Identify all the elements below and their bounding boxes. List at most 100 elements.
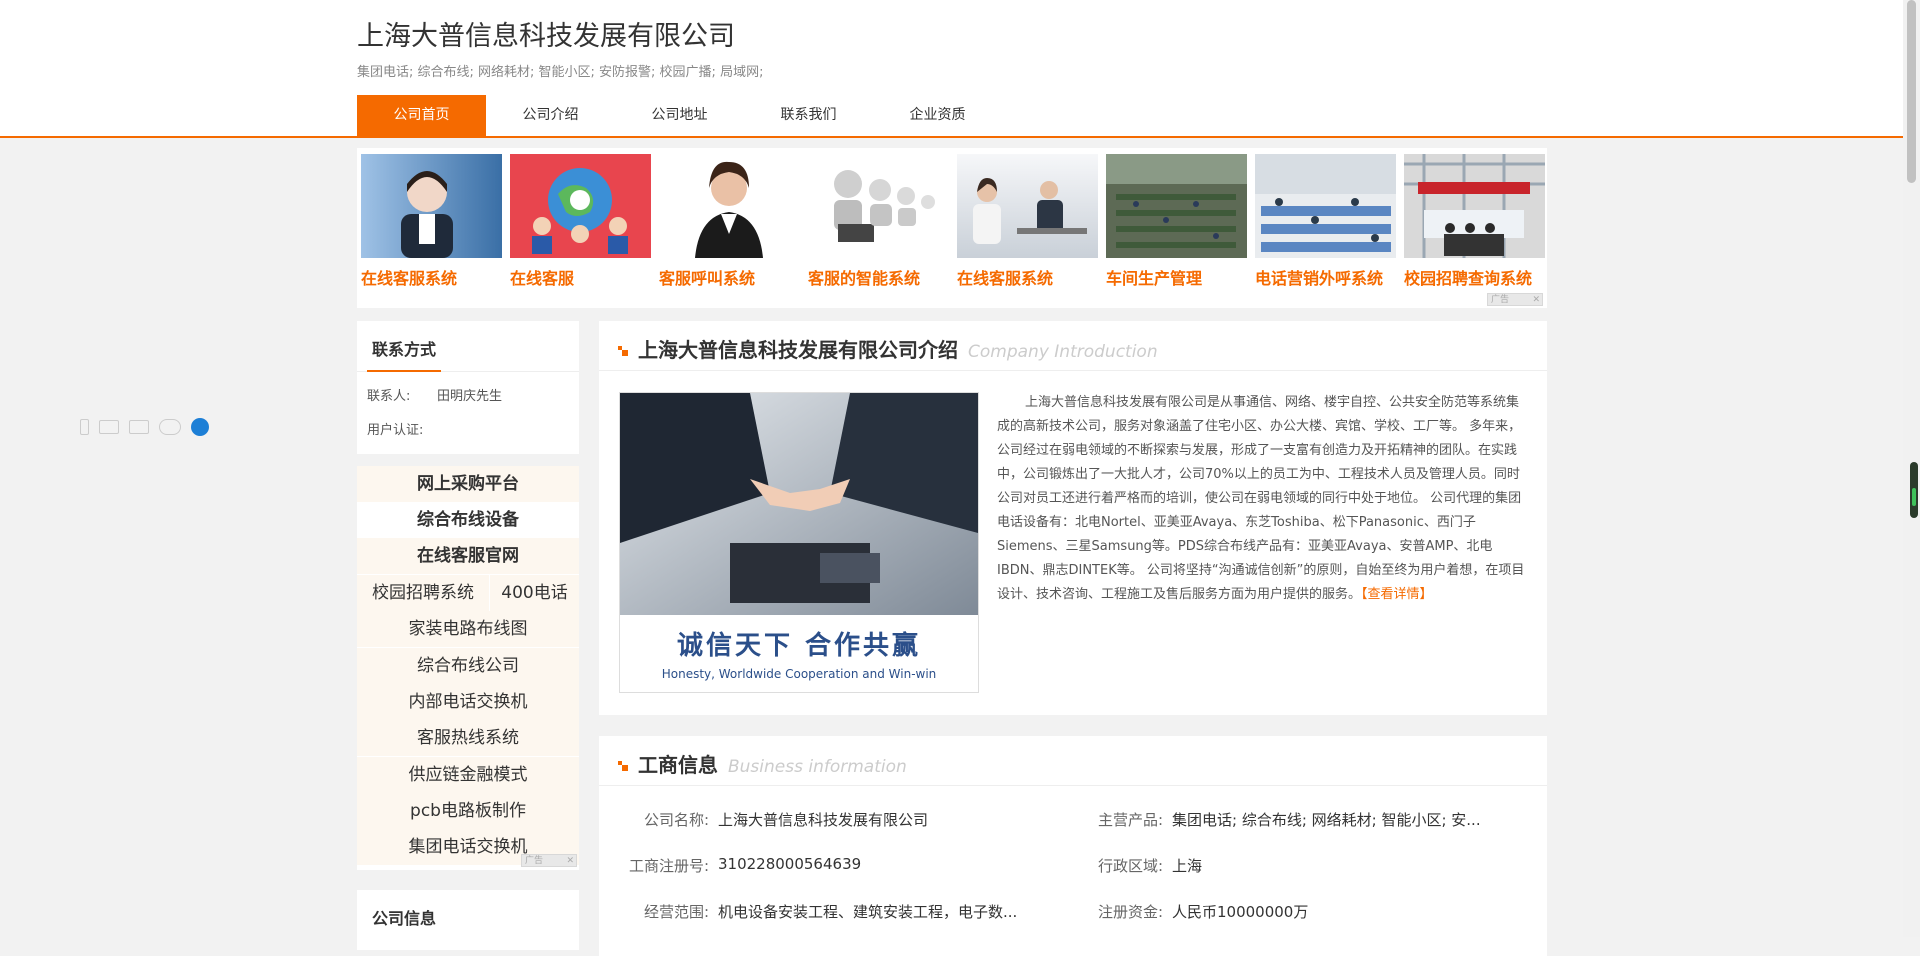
ad-thumbnail-image xyxy=(510,154,651,258)
field-value: 310228000564639 xyxy=(718,855,862,873)
ad-thumbnail-image xyxy=(1255,154,1396,258)
title-underline xyxy=(367,370,441,372)
ad-item[interactable]: 电话营销外呼系统 xyxy=(1255,154,1396,289)
field-value: 集团电话; 综合布线; 网络耗材; 智能小区; 安... xyxy=(1172,811,1481,829)
contact-person-label: 联系人: xyxy=(367,389,411,404)
ad-label[interactable]: 在线客服系统 xyxy=(957,265,1098,289)
field-value: 上海大普信息科技发展有限公司 xyxy=(718,811,929,829)
nav-item-home[interactable]: 公司首页 xyxy=(357,95,486,136)
ad-thumbnail-image xyxy=(1106,154,1247,258)
side-links-panel: 网上采购平台 综合布线设备 在线客服官网 校园招聘系统 400电话 家装电路布线… xyxy=(357,466,579,870)
company-info-panel: 公司信息 xyxy=(357,890,579,950)
field-value: 机电设备安装工程、建筑安装工程，电子数... xyxy=(718,903,1018,921)
field-label: 公司名称: xyxy=(643,811,709,829)
section-mark-icon xyxy=(618,761,628,771)
phone-verify-icon[interactable] xyxy=(80,419,89,435)
auth-badges xyxy=(80,418,209,436)
ad-label[interactable]: 在线客服系统 xyxy=(361,265,502,289)
ad-flag[interactable]: 广告 ✕ xyxy=(1487,293,1543,306)
contact-person-value: 田明庆先生 xyxy=(437,389,503,404)
side-link[interactable]: 内部电话交换机 xyxy=(357,684,579,720)
business-title: 工商信息 xyxy=(638,753,718,777)
ad-thumbnail-image xyxy=(361,154,502,258)
ad-label[interactable]: 在线客服 xyxy=(510,265,651,289)
side-link[interactable]: 综合布线设备 xyxy=(357,502,579,538)
field-label: 工商注册号: xyxy=(628,857,709,875)
handshake-image xyxy=(620,393,978,615)
company-info-title: 公司信息 xyxy=(372,909,437,928)
ad-item[interactable]: 车间生产管理 xyxy=(1106,154,1247,289)
divider xyxy=(599,785,1547,786)
divider xyxy=(599,370,1547,371)
nav-item-about[interactable]: 公司介绍 xyxy=(486,95,615,136)
contact-title: 联系方式 xyxy=(372,340,437,359)
ad-thumbnail-image xyxy=(659,154,800,258)
field-label: 注册资金: xyxy=(1097,903,1163,921)
side-link[interactable]: 供应链金融模式 xyxy=(357,757,579,793)
ad-banner: 在线客服系统 在线客服 客服呼叫系统 客服的智能系统 在线客服系统 车间生产管理… xyxy=(357,148,1547,308)
nav-item-qualification[interactable]: 企业资质 xyxy=(873,95,1002,136)
field-value: 人民币10000000万 xyxy=(1172,903,1309,921)
ad-flag-label: 广告 xyxy=(525,856,544,866)
side-link[interactable]: 校园招聘系统 xyxy=(357,575,489,611)
site-title: 上海大普信息科技发展有限公司 xyxy=(357,21,735,52)
intro-text: 上海大普信息科技发展有限公司是从事通信、网络、楼宇自控、公共安全防范等系统集成的… xyxy=(997,391,1527,607)
side-link[interactable]: 家装电路布线图 xyxy=(357,611,579,647)
business-license-icon[interactable] xyxy=(129,420,149,434)
section-title: 工商信息 Business information xyxy=(638,749,907,778)
nav-item-contact[interactable]: 联系我们 xyxy=(744,95,873,136)
intro-paragraph: 上海大普信息科技发展有限公司是从事通信、网络、楼宇自控、公共安全防范等系统集成的… xyxy=(997,395,1525,602)
ad-thumbnail-image xyxy=(957,154,1098,258)
ad-label[interactable]: 车间生产管理 xyxy=(1106,265,1247,289)
contact-panel: 联系方式 联系人: 田明庆先生 用户认证: xyxy=(357,321,579,454)
ad-item[interactable]: 在线客服系统 xyxy=(361,154,502,289)
floating-widget-icon[interactable] xyxy=(1910,462,1918,518)
intro-title: 上海大普信息科技发展有限公司介绍 xyxy=(638,338,958,362)
ad-thumbnail-image xyxy=(808,154,949,258)
ad-item[interactable]: 在线客服系统 xyxy=(957,154,1098,289)
ad-label[interactable]: 电话营销外呼系统 xyxy=(1255,265,1396,289)
page-scrollbar[interactable] xyxy=(1903,0,1920,937)
ad-label[interactable]: 校园招聘查询系统 xyxy=(1404,265,1545,289)
user-auth-label: 用户认证: xyxy=(367,423,424,438)
ad-item[interactable]: 在线客服 xyxy=(510,154,651,289)
site-header: 上海大普信息科技发展有限公司 集团电话; 综合布线; 网络耗材; 智能小区; 安… xyxy=(0,0,1920,138)
section-title: 上海大普信息科技发展有限公司介绍 Company Introduction xyxy=(638,334,1158,363)
id-card-icon[interactable] xyxy=(99,420,119,434)
main-nav: 公司首页 公司介绍 公司地址 联系我们 企业资质 xyxy=(357,95,1002,136)
slogan-en: Honesty, Worldwide Cooperation and Win-w… xyxy=(661,667,937,681)
section-mark-icon xyxy=(618,346,628,356)
wechat-icon[interactable] xyxy=(159,419,181,435)
ad-item[interactable]: 客服呼叫系统 xyxy=(659,154,800,289)
close-icon[interactable]: ✕ xyxy=(1532,294,1540,307)
ad-flag-label: 广告 xyxy=(1491,295,1510,305)
intro-section: 上海大普信息科技发展有限公司介绍 Company Introduction 诚信天… xyxy=(599,321,1547,715)
intro-title-en: Company Introduction xyxy=(968,342,1158,362)
ad-flag[interactable]: 广告 ✕ xyxy=(521,854,577,867)
ad-label[interactable]: 客服呼叫系统 xyxy=(659,265,800,289)
side-link[interactable]: 客服热线系统 xyxy=(357,720,579,756)
view-details-link[interactable]: 【查看详情】 xyxy=(1361,587,1433,602)
field-label: 行政区域: xyxy=(1097,857,1163,875)
business-title-en: Business information xyxy=(728,757,907,777)
close-icon[interactable]: ✕ xyxy=(566,855,574,868)
slogan: 诚信天下 合作共赢 xyxy=(676,631,922,661)
side-link[interactable]: pcb电路板制作 xyxy=(357,793,579,829)
field-value: 上海 xyxy=(1172,857,1203,875)
ad-item[interactable]: 校园招聘查询系统 xyxy=(1404,154,1545,289)
business-section: 工商信息 Business information 公司名称: 上海大普信息科技发… xyxy=(599,736,1547,956)
side-link[interactable]: 400电话 xyxy=(490,575,579,611)
side-link[interactable]: 综合布线公司 xyxy=(357,648,579,684)
browser-icon[interactable] xyxy=(191,418,209,436)
side-link[interactable]: 网上采购平台 xyxy=(357,466,579,502)
ad-item[interactable]: 客服的智能系统 xyxy=(808,154,949,289)
ad-label[interactable]: 客服的智能系统 xyxy=(808,265,949,289)
nav-item-address[interactable]: 公司地址 xyxy=(615,95,744,136)
side-link[interactable]: 在线客服官网 xyxy=(357,538,579,574)
site-subtitle: 集团电话; 综合布线; 网络耗材; 智能小区; 安防报警; 校园广播; 局域网; xyxy=(357,65,764,80)
scrollbar-thumb[interactable] xyxy=(1907,0,1916,183)
field-label: 经营范围: xyxy=(643,903,709,921)
company-image: 诚信天下 合作共赢 Honesty, Worldwide Cooperation… xyxy=(619,392,979,693)
field-label: 主营产品: xyxy=(1097,811,1163,829)
ad-thumbnail-image xyxy=(1404,154,1545,258)
